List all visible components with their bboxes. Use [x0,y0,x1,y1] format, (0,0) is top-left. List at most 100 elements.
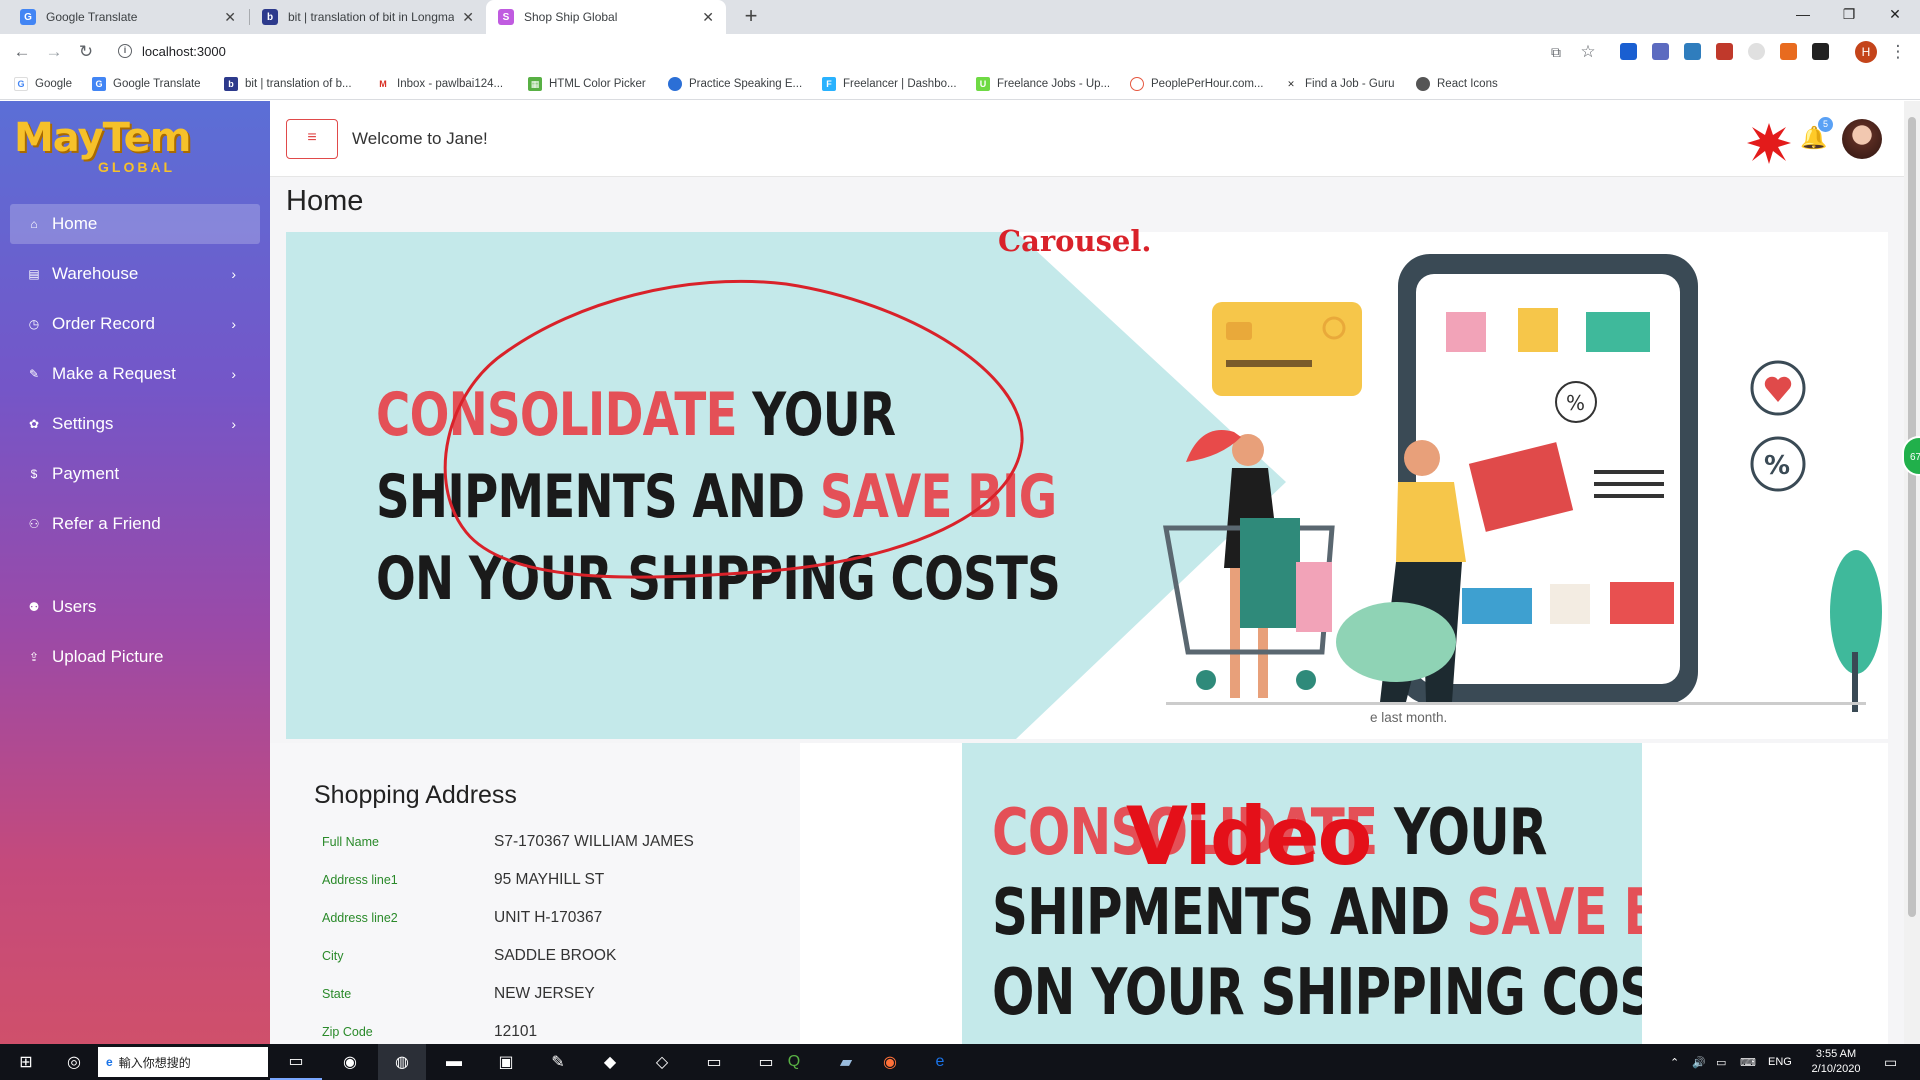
bookmark-upwork[interactable]: U Freelance Jobs - Up... [976,77,1110,91]
top-header: ≡ Welcome to Jane! 🔔 5 [270,101,1904,177]
sidebar: MayTem GLOBAL ⌂ Home ▤ Warehouse › ◷ Ord… [0,101,270,1053]
extension-icon[interactable] [1780,43,1797,60]
side-note-text: e last month. [1370,710,1448,725]
notifications-icon[interactable]: ▭ [1884,1044,1897,1080]
taskbar-app-icon[interactable]: ▭ [270,1044,322,1080]
sidebar-item-make-request[interactable]: ✎ Make a Request › [10,354,260,394]
menu-toggle-button[interactable]: ≡ [286,119,338,159]
sidebar-item-warehouse[interactable]: ▤ Warehouse › [10,254,260,294]
bookmark-guru[interactable]: ✕ Find a Job - Guru [1284,77,1394,91]
carousel[interactable]: % % CONSOLIDATE YOUR SHIPMENTS AND SAVE … [286,232,1888,739]
address-label: Address line1 [322,873,398,887]
taskbar-app-icon[interactable]: ▬ [430,1044,478,1080]
tray-chevron-icon[interactable]: ⌃ [1670,1044,1679,1080]
extension-icon[interactable] [1652,43,1669,60]
tab-google-translate[interactable]: G Google Translate ✕ [8,0,248,34]
bookmark-google-translate[interactable]: G Google Translate [92,77,201,91]
menu-dots-icon[interactable]: ⋮ [1886,40,1910,64]
sidebar-item-home[interactable]: ⌂ Home [10,204,260,244]
extension-icon[interactable] [1716,43,1733,60]
star-icon[interactable]: ☆ [1576,40,1600,64]
taskbar-firefox-icon[interactable]: ◉ [866,1044,914,1080]
windows-start-icon[interactable]: ⊞ [6,1044,46,1080]
user-avatar[interactable] [1842,119,1882,159]
sidebar-item-upload-picture[interactable]: ⇪ Upload Picture [10,637,260,677]
taskbar-app-icon[interactable]: ◆ [586,1044,634,1080]
close-icon[interactable]: ✕ [462,9,474,26]
taskbar-app-icon[interactable]: ▭ [690,1044,738,1080]
bookmark-freelancer[interactable]: F Freelancer | Dashbo... [822,77,957,91]
reload-icon[interactable]: ↻ [74,40,98,64]
windows-taskbar: ⊞ ◎ e 輸入你想搜的 ▭ ◉ ◍ ▬ ▣ ✎ ◆ ◇ ▭ ▭ Q ▰ ◉ e… [0,1044,1920,1080]
cortana-icon[interactable]: ◎ [54,1044,94,1080]
taskbar-app-icon[interactable]: ◉ [326,1044,374,1080]
sidebar-item-refer-friend[interactable]: ⚇ Refer a Friend [10,504,260,544]
logo[interactable]: MayTem GLOBAL [14,115,191,175]
taskbar-chrome-icon[interactable]: ◍ [378,1044,426,1080]
bookmark-google[interactable]: G Google [14,77,72,91]
language-indicator[interactable]: ENG [1768,1044,1792,1080]
red-splash-icon [1747,123,1791,164]
taskbar-edge-icon[interactable]: e [916,1044,964,1080]
bookmark-inbox[interactable]: M Inbox - pawlbai124... [376,77,503,91]
taskbar-app-icon[interactable]: ▣ [482,1044,530,1080]
edge-icon: e [106,1055,113,1069]
profile-avatar[interactable]: H [1855,41,1877,63]
new-tab-button[interactable]: + [738,4,764,30]
taskbar-clock[interactable]: 3:55 AM 2/10/2020 [1796,1047,1876,1077]
bookmark-longman[interactable]: b bit | translation of b... [224,77,352,91]
bookmark-peopleperhour[interactable]: PeoplePerHour.com... [1130,77,1264,91]
page-scrollbar[interactable] [1904,101,1920,1053]
network-icon[interactable]: ▭ [1716,1044,1726,1080]
url-text: localhost:3000 [142,44,226,59]
sidebar-item-order-record[interactable]: ◷ Order Record › [10,304,260,344]
address-label: City [322,949,344,963]
tab-longman[interactable]: b bit | translation of bit in Longma ✕ [250,0,486,34]
tab-title: bit | translation of bit in Longma [288,10,455,24]
sidebar-item-settings[interactable]: ✿ Settings › [10,404,260,444]
close-window-button[interactable]: ✕ [1872,0,1918,30]
info-icon[interactable]: i [118,44,132,58]
taskbar-search-input[interactable]: e 輸入你想搜的 [98,1047,268,1077]
address-label: State [322,987,352,1001]
minimize-button[interactable]: — [1780,0,1826,30]
address-row: City SADDLE BROOK [322,947,616,965]
upload-icon: ⇪ [28,650,40,664]
history-icon: ◷ [28,317,40,331]
extension-icon[interactable] [1748,43,1765,60]
sidebar-item-payment[interactable]: $ Payment [10,454,260,494]
taskbar-qlik-icon[interactable]: Q [770,1044,818,1080]
close-icon[interactable]: ✕ [224,9,236,26]
extension-icon[interactable] [1812,43,1829,60]
gear-icon: ✿ [28,417,40,431]
dollar-icon: $ [30,467,38,481]
scroll-thumb[interactable] [1908,117,1916,917]
upwork-icon: U [976,77,990,91]
taskbar-app-icon[interactable]: ◇ [638,1044,686,1080]
extension-icon[interactable] [1684,43,1701,60]
address-value: 12101 [494,1023,538,1040]
gmail-icon: M [376,77,390,91]
translate-page-icon[interactable]: ⧉ [1544,40,1568,64]
volume-icon[interactable]: 🔊 [1692,1044,1706,1080]
welcome-message: Welcome to Jane! [352,129,488,148]
address-value: S7-170367 WILLIAM JAMES [494,833,694,850]
close-icon[interactable]: ✕ [702,9,714,26]
sidebar-item-users[interactable]: ⚉ Users [10,587,260,627]
keyboard-icon[interactable]: ⌨ [1740,1044,1756,1080]
bookmark-label: Practice Speaking E... [689,78,803,90]
extension-icon[interactable] [1620,43,1637,60]
taskbar-app-icon[interactable]: ▰ [822,1044,870,1080]
address-label: Zip Code [322,1025,373,1039]
bookmark-color-picker[interactable]: ▦ HTML Color Picker [528,77,646,91]
tab-shop-ship-global[interactable]: S Shop Ship Global ✕ [486,0,726,34]
home-icon: ⌂ [30,217,38,231]
bookmark-practice-speaking[interactable]: Practice Speaking E... [668,77,802,91]
restore-button[interactable]: ❐ [1826,0,1872,30]
back-icon[interactable]: ← [10,40,34,64]
bookmark-label: HTML Color Picker [549,78,646,90]
taskbar-app-icon[interactable]: ✎ [534,1044,582,1080]
address-bar[interactable]: i localhost:3000 [112,38,1562,66]
forward-icon[interactable]: → [42,40,66,64]
bookmark-react-icons[interactable]: React Icons [1416,77,1498,91]
